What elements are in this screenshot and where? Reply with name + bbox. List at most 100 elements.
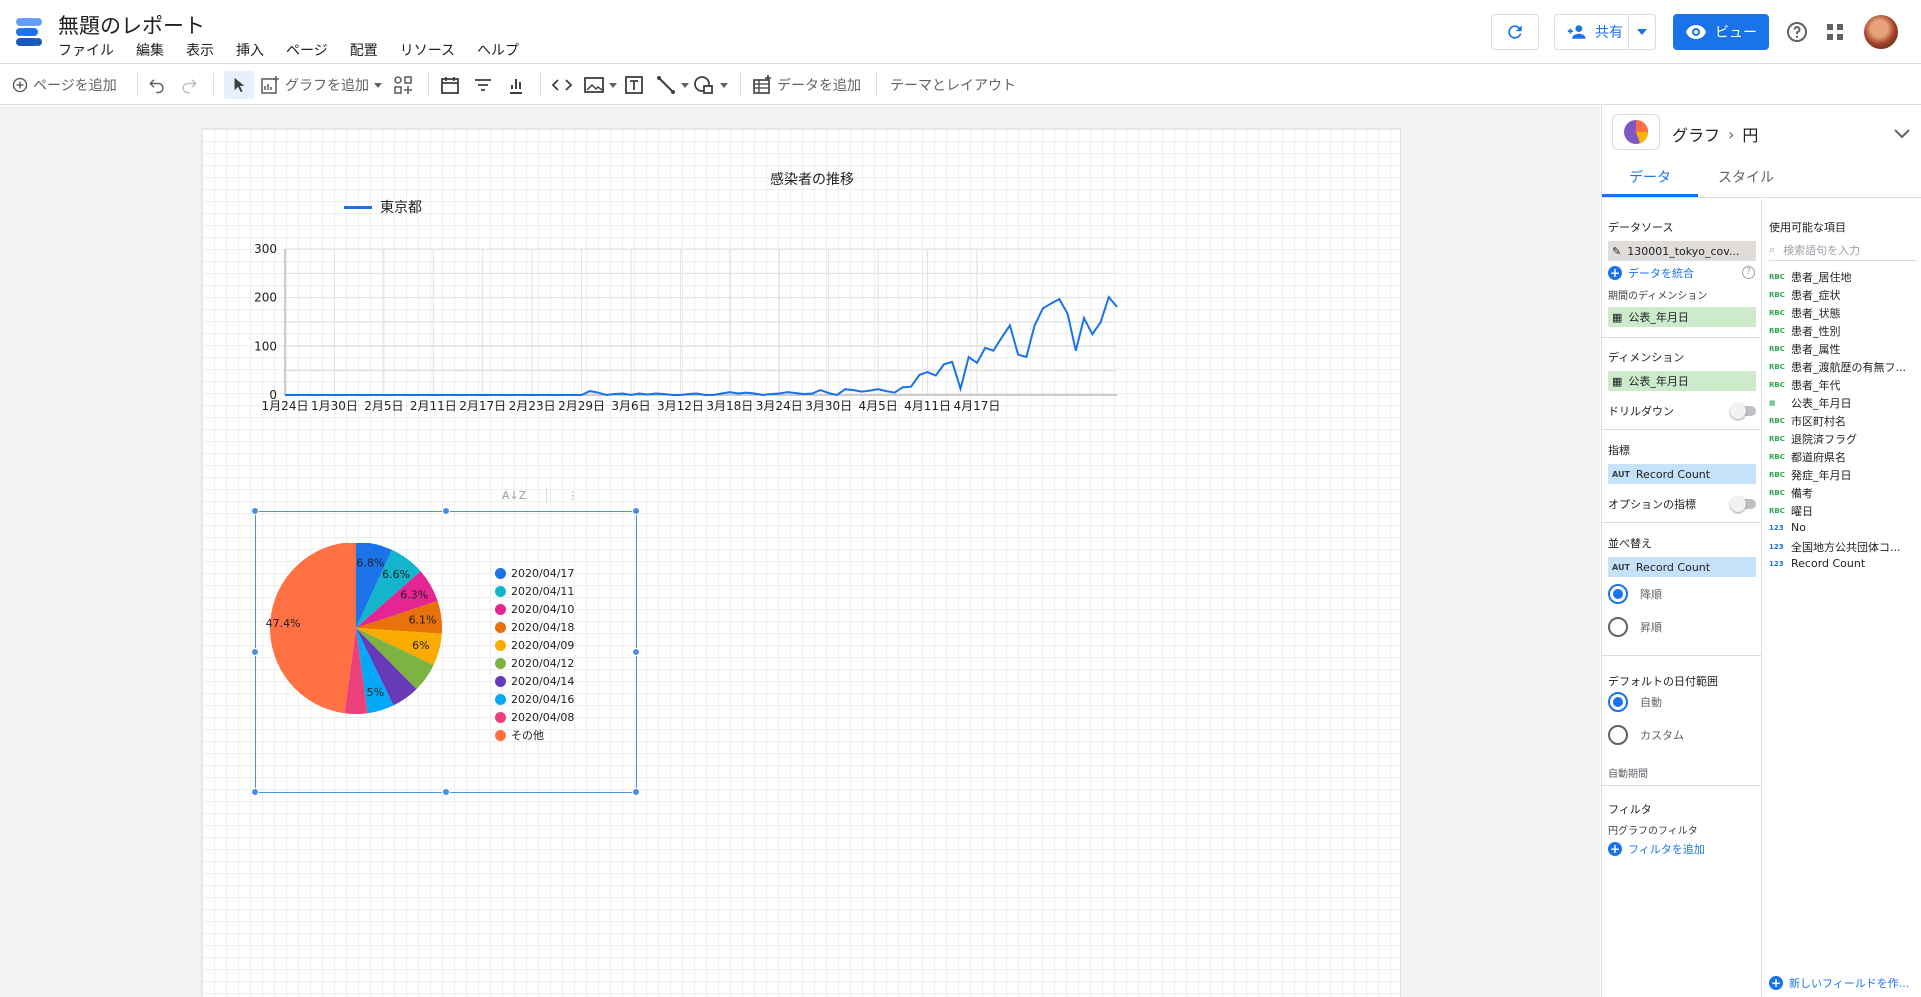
image-button[interactable]	[584, 71, 617, 99]
field-item[interactable]: RBC 退院済フラグ	[1769, 431, 1857, 447]
radio-unchecked-icon	[1608, 725, 1628, 745]
add-field-button[interactable]: + 新しいフィールドを作...	[1769, 975, 1909, 991]
resize-handle[interactable]	[632, 648, 640, 656]
optional-metric-toggle[interactable]	[1730, 496, 1756, 512]
sort-descending-radio[interactable]: 降順	[1608, 584, 1662, 604]
field-item[interactable]: RBC 曜日	[1769, 503, 1813, 519]
field-type-icon: RBC	[1769, 327, 1785, 335]
text-button[interactable]	[624, 71, 644, 99]
pie-legend-item: 2020/04/10	[495, 600, 574, 618]
menu-insert[interactable]: 挿入	[236, 40, 264, 60]
add-filter-button[interactable]: + フィルタを追加	[1608, 841, 1705, 857]
date-custom-label: カスタム	[1640, 729, 1684, 742]
embed-url-button[interactable]	[551, 71, 573, 99]
report-canvas[interactable]: 1月24日 1月30日 2月5日 2月11日 2月17日 2月23日 2月29日 3月6日 3月…	[0, 106, 1600, 997]
tab-data[interactable]: データ	[1602, 160, 1698, 197]
sort-chip[interactable]: AUT Record Count	[1608, 557, 1756, 577]
field-search-input[interactable]: ⌕ 検索語句を入力	[1769, 239, 1917, 261]
date-custom-radio[interactable]: カスタム	[1608, 725, 1684, 745]
resize-handle[interactable]	[442, 507, 450, 515]
dimension-chip[interactable]: ▦ 公表_年月日	[1608, 371, 1756, 391]
legend-dot	[495, 585, 506, 597]
field-item[interactable]: ▦ 公表_年月日	[1769, 395, 1852, 411]
resize-handle[interactable]	[251, 788, 259, 796]
pie-chart-icon[interactable]	[1612, 114, 1660, 150]
slice-label: 6.6%	[382, 568, 410, 581]
data-studio-logo-icon[interactable]	[14, 16, 44, 48]
resize-handle[interactable]	[251, 507, 259, 515]
undo-button[interactable]	[148, 71, 166, 99]
chart-mini-toolbar: A↓Z ⋮	[502, 487, 578, 503]
field-type-icon: RBC	[1769, 489, 1785, 497]
field-name: 都道府県名	[1791, 451, 1846, 464]
shape-button[interactable]	[693, 71, 728, 99]
field-item[interactable]: RBC 都道府県名	[1769, 449, 1846, 465]
time-series-chart[interactable]: 1月24日 1月30日 2月5日 2月11日 2月17日 2月23日 2月29日 3月6日 3月…	[242, 159, 1382, 489]
period-dimension-chip[interactable]: ▦ 公表_年月日	[1608, 307, 1756, 327]
redo-button[interactable]	[180, 71, 198, 99]
community-viz-button[interactable]	[393, 71, 413, 99]
apps-grid-icon[interactable]	[1825, 22, 1845, 42]
x-tick-label: 2月11日	[410, 399, 457, 413]
chevron-down-icon[interactable]	[1894, 124, 1910, 143]
field-item[interactable]: RBC 患者_属性	[1769, 341, 1841, 357]
field-item[interactable]: RBC 発症_年月日	[1769, 467, 1852, 483]
help-icon[interactable]: ?	[1742, 266, 1755, 279]
resize-handle[interactable]	[632, 507, 640, 515]
field-item[interactable]: 123 Record Count	[1769, 557, 1865, 570]
pie-chart[interactable]: 6.8% 6.6% 6.3% 6.1% 6% 5% 47.4% 2020/04/17 2020…	[251, 507, 640, 796]
field-item[interactable]: RBC 患者_居住地	[1769, 269, 1852, 285]
field-item[interactable]: RBC 患者_症状	[1769, 287, 1841, 303]
select-tool-button[interactable]	[224, 71, 254, 99]
resize-handle[interactable]	[632, 788, 640, 796]
code-icon	[551, 79, 573, 91]
menu-edit[interactable]: 編集	[136, 40, 164, 60]
drilldown-toggle[interactable]	[1730, 403, 1756, 419]
add-data-button[interactable]: データを追加	[752, 71, 861, 99]
data-control-button[interactable]	[506, 71, 526, 99]
slice-label: 6.1%	[409, 614, 437, 627]
field-item[interactable]: RBC 患者_性別	[1769, 323, 1841, 339]
menu-view[interactable]: 表示	[186, 40, 214, 60]
field-item[interactable]: RBC 患者_状態	[1769, 305, 1841, 321]
report-title[interactable]: 無題のレポート	[58, 10, 205, 40]
refresh-button[interactable]	[1491, 14, 1539, 50]
report-page[interactable]: 1月24日 1月30日 2月5日 2月11日 2月17日 2月23日 2月29日 3月6日 3月…	[201, 128, 1401, 997]
add-chart-button[interactable]: グラフを追加	[260, 71, 382, 99]
line-button[interactable]	[656, 71, 689, 99]
view-button[interactable]: ビュー	[1673, 14, 1769, 50]
date-auto-radio[interactable]: 自動	[1608, 692, 1662, 712]
help-icon[interactable]	[1785, 20, 1809, 44]
field-item[interactable]: RBC 患者_年代	[1769, 377, 1841, 393]
field-type-icon: RBC	[1769, 507, 1785, 515]
user-avatar[interactable]	[1864, 15, 1898, 49]
data-source-chip[interactable]: ✎ 130001_tokyo_cov...	[1608, 241, 1756, 261]
legend-label: 2020/04/12	[511, 656, 575, 670]
field-item[interactable]: RBC 市区町村名	[1769, 413, 1846, 429]
menu-page[interactable]: ページ	[286, 40, 328, 60]
metric-chip[interactable]: AUT Record Count	[1608, 464, 1756, 484]
filter-control-button[interactable]	[473, 71, 493, 99]
menu-file[interactable]: ファイル	[58, 40, 114, 60]
more-vert-icon[interactable]: ⋮	[567, 489, 578, 502]
tab-style[interactable]: スタイル	[1698, 160, 1794, 197]
pie-legend-item: その他	[495, 726, 574, 744]
menu-help[interactable]: ヘルプ	[477, 40, 519, 60]
resize-handle[interactable]	[251, 648, 259, 656]
theme-layout-button[interactable]: テーマとレイアウト	[890, 71, 1016, 99]
date-range-control-button[interactable]	[440, 71, 460, 99]
field-item[interactable]: RBC 患者_渡航歴の有無フ...	[1769, 359, 1906, 375]
field-item[interactable]: 123 No	[1769, 521, 1806, 534]
sort-az-icon[interactable]: A↓Z	[502, 489, 526, 502]
menu-arrange[interactable]: 配置	[350, 40, 378, 60]
field-item[interactable]: RBC 備考	[1769, 485, 1813, 501]
pencil-icon[interactable]: ✎	[1612, 245, 1621, 258]
menu-resource[interactable]: リソース	[400, 40, 455, 60]
add-page-button[interactable]: ページを追加	[12, 71, 117, 99]
field-name: 全国地方公共団体コ...	[1791, 541, 1901, 554]
resize-handle[interactable]	[442, 788, 450, 796]
share-dropdown-button[interactable]	[1628, 14, 1656, 50]
sort-ascending-radio[interactable]: 昇順	[1608, 617, 1662, 637]
blend-data-button[interactable]: + データを統合	[1608, 265, 1694, 281]
field-item[interactable]: 123 全国地方公共団体コ...	[1769, 539, 1901, 555]
